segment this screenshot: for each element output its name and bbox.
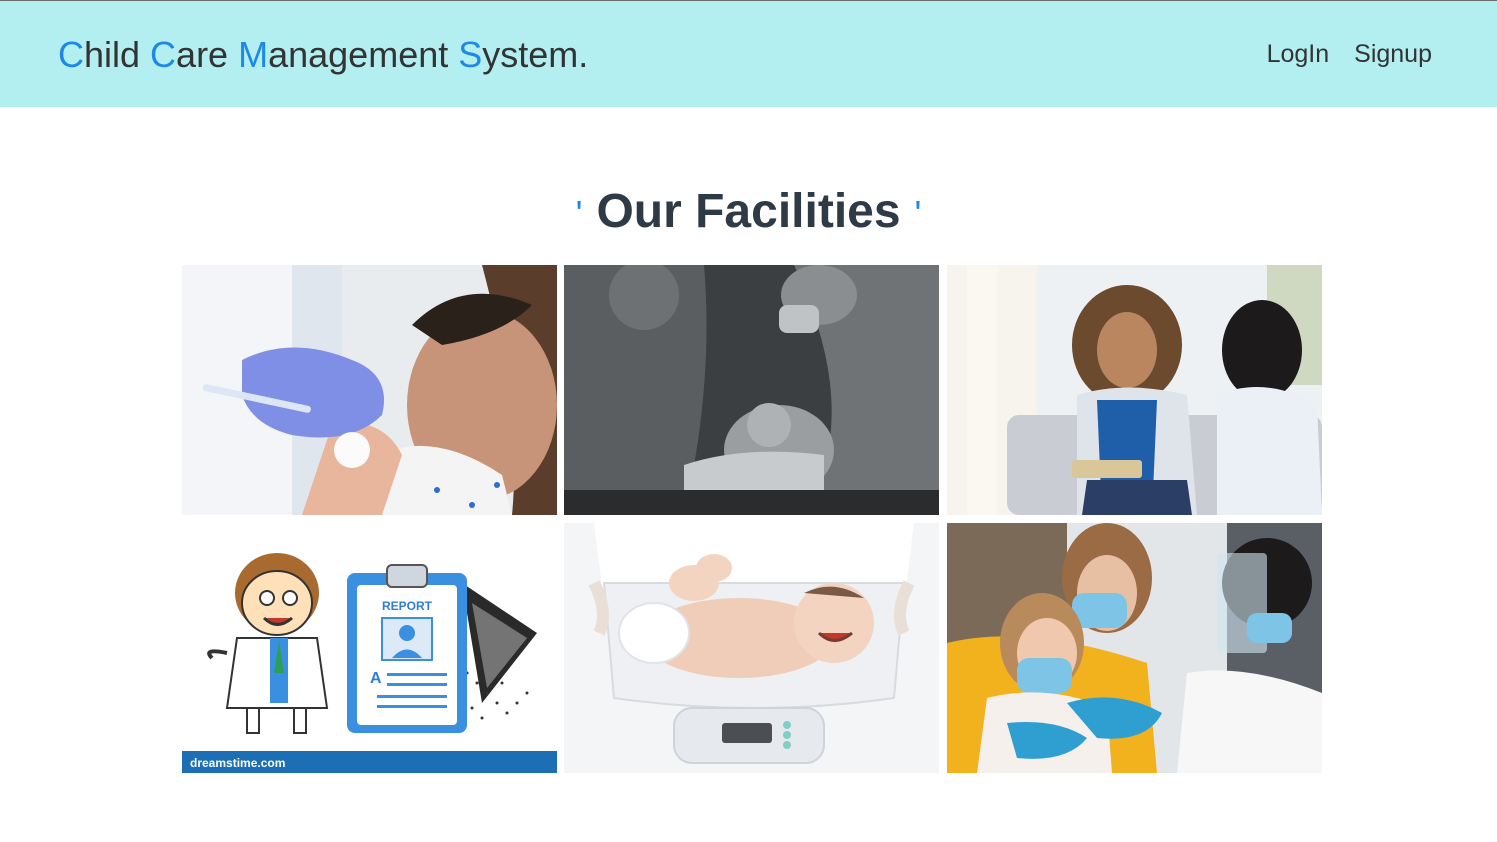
navbar: Child Care Management System. LogIn Sign… (0, 1, 1497, 107)
newborn-delivery-photo-icon (564, 265, 939, 515)
title-quote-open: ' (575, 193, 583, 234)
facilities-gallery: REPORT A dreamstime.com (182, 265, 1322, 773)
facility-image-masked-vaccination (947, 523, 1322, 773)
facility-image-counselling (947, 265, 1322, 515)
brand-part-3: Management (238, 34, 459, 75)
brand-part-1: Child (58, 34, 151, 75)
doctor-report-illustration-icon: REPORT A dreamstime.com (182, 523, 557, 773)
login-link[interactable]: LogIn (1267, 39, 1330, 69)
brand-part-4: System. (458, 34, 589, 75)
report-grade: A (370, 670, 382, 687)
report-label: REPORT (382, 599, 433, 613)
facilities-title-text: Our Facilities (596, 185, 901, 238)
child-vaccination-photo-icon (182, 265, 557, 515)
nav-links: LogIn Signup (1267, 39, 1432, 69)
counselling-session-photo-icon (947, 265, 1322, 515)
title-quote-close: ' (914, 193, 922, 234)
facility-image-report: REPORT A dreamstime.com (182, 523, 557, 773)
masked-child-vaccination-photo-icon (947, 523, 1322, 773)
signup-link[interactable]: Signup (1354, 39, 1432, 69)
baby-weighing-scale-photo-icon (564, 523, 939, 773)
facility-image-weighing (564, 523, 939, 773)
facilities-title: ' Our Facilities ' (0, 180, 1497, 244)
facility-image-vaccination (182, 265, 557, 515)
facility-image-delivery (564, 265, 939, 515)
watermark-text: dreamstime.com (190, 756, 285, 770)
brand-part-2: Care (150, 34, 239, 75)
brand-logo[interactable]: Child Care Management System. (58, 33, 588, 77)
